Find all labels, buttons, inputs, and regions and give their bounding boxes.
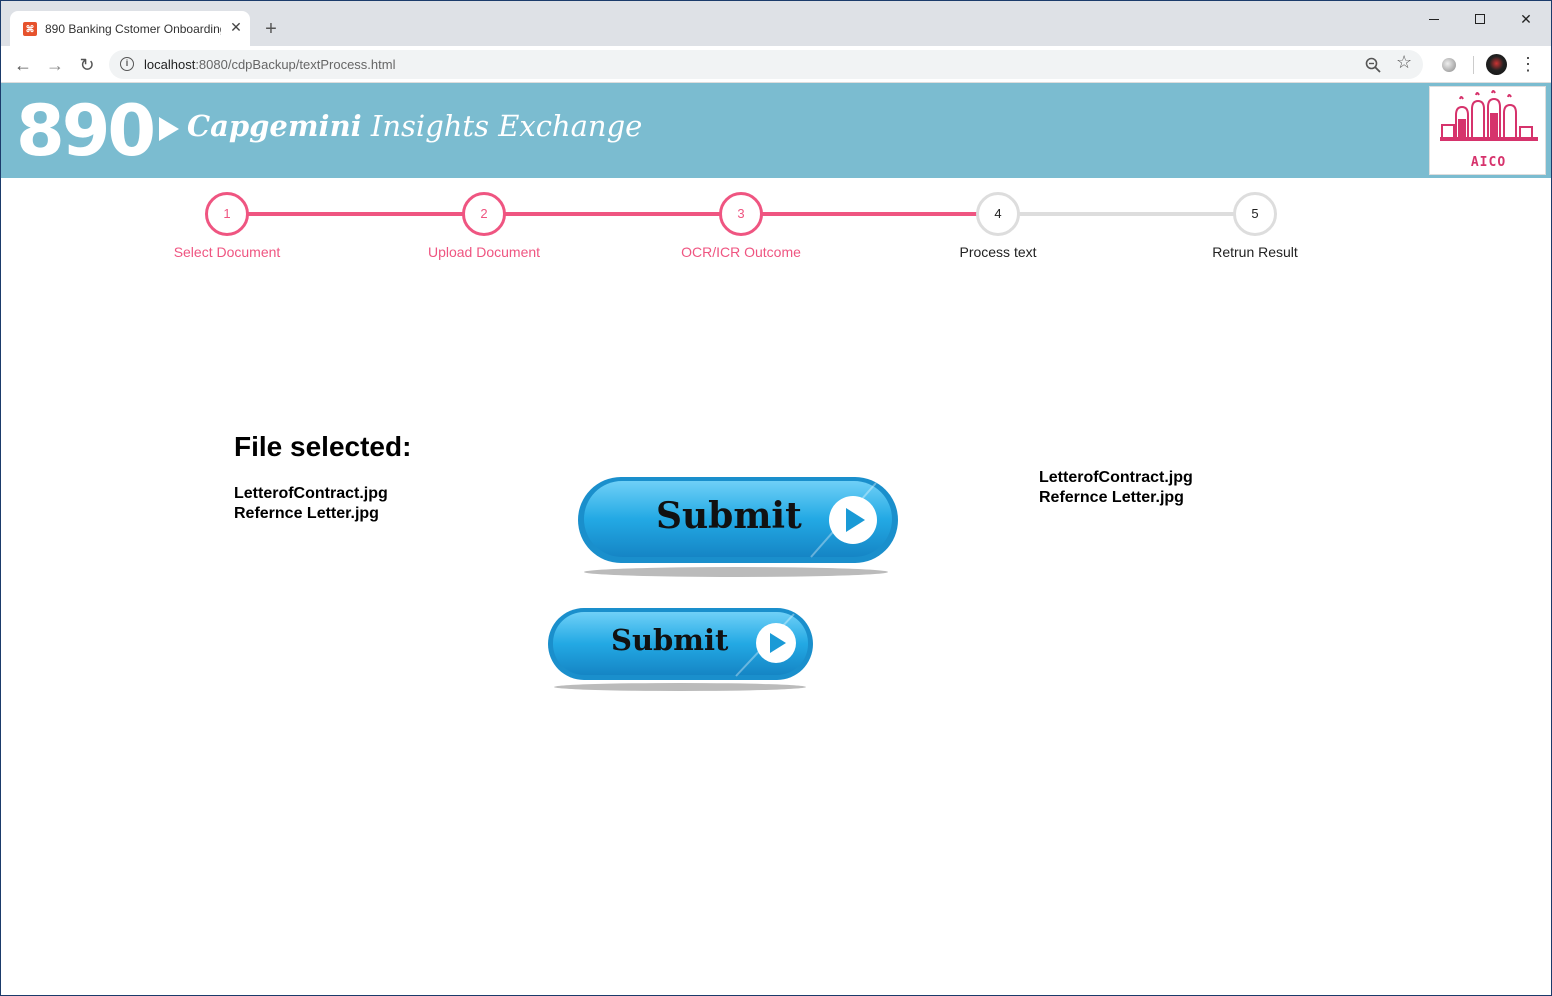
- logo-number: 890: [16, 90, 156, 172]
- partner-logo-text: AICO: [1470, 155, 1507, 170]
- tab-title: 890 Banking Cstomer Onboarding: [45, 22, 221, 36]
- browser-window: ⌘ 890 Banking Cstomer Onboarding ✕ + ✕ ←…: [1, 1, 1551, 995]
- step-line-pending: [998, 212, 1255, 216]
- bookmark-star-icon[interactable]: ☆: [1396, 52, 1412, 73]
- submit-button-label: Submit: [611, 623, 729, 657]
- step-1-label[interactable]: Select Document: [127, 244, 327, 260]
- step-3-circle[interactable]: 3: [719, 192, 763, 236]
- submit-button[interactable]: Submit: [576, 475, 900, 580]
- brand-light: Insights Exchange: [361, 109, 643, 143]
- extension-icon[interactable]: [1442, 58, 1456, 72]
- maximize-icon: [1475, 14, 1485, 24]
- step-1-circle[interactable]: 1: [205, 192, 249, 236]
- step-4-circle[interactable]: 4: [976, 192, 1020, 236]
- tab-close-icon[interactable]: ✕: [228, 19, 244, 37]
- file-name: Refernce Letter.jpg: [1039, 489, 1184, 506]
- url-text[interactable]: localhost:8080/cdpBackup/textProcess.htm…: [144, 57, 395, 72]
- minimize-button[interactable]: [1419, 7, 1449, 31]
- step-5-circle[interactable]: 5: [1233, 192, 1277, 236]
- step-3-label[interactable]: OCR/ICR Outcome: [641, 244, 841, 260]
- toolbar-divider: [1473, 56, 1474, 74]
- brand-bold: Capgemini: [187, 109, 362, 143]
- submit-button-secondary[interactable]: Submit: [546, 606, 815, 694]
- step-line-complete: [227, 212, 998, 216]
- info-icon[interactable]: i: [120, 57, 134, 71]
- partner-logo: AICO: [1429, 86, 1546, 175]
- zoom-icon[interactable]: [1364, 56, 1382, 74]
- file-name: LetterofContract.jpg: [234, 485, 388, 502]
- maximize-button[interactable]: [1465, 7, 1495, 31]
- progress-stepper: 1 2 3 4 5 Select Document Upload Documen…: [1, 178, 1551, 278]
- forward-button[interactable]: →: [43, 53, 67, 77]
- result-files-list: LetterofContract.jpg Refernce Letter.jpg: [1039, 468, 1193, 508]
- browser-toolbar: ← → ↻ i localhost:8080/cdpBackup/textPro…: [1, 46, 1551, 83]
- minimize-icon: [1429, 19, 1439, 20]
- profile-avatar[interactable]: [1486, 54, 1507, 75]
- close-window-button[interactable]: ✕: [1511, 7, 1541, 31]
- browser-menu-icon[interactable]: ⋮: [1519, 53, 1537, 75]
- address-bar[interactable]: i localhost:8080/cdpBackup/textProcess.h…: [109, 50, 1423, 79]
- browser-tab[interactable]: ⌘ 890 Banking Cstomer Onboarding ✕: [10, 11, 250, 46]
- factory-logo-icon: [1440, 90, 1538, 141]
- step-4-label[interactable]: Process text: [898, 244, 1098, 260]
- play-arrow-icon: [159, 117, 179, 141]
- file-name: Refernce Letter.jpg: [234, 505, 379, 522]
- url-host: localhost: [144, 57, 196, 72]
- submit-button-label: Submit: [656, 495, 802, 537]
- step-2-label[interactable]: Upload Document: [384, 244, 584, 260]
- brand-title: Capgemini Insights Exchange: [187, 109, 642, 143]
- selected-files-list: LetterofContract.jpg Refernce Letter.jpg: [234, 484, 388, 524]
- app-header: 890 Capgemini Insights Exchange AICO: [1, 83, 1551, 178]
- file-selected-heading: File selected:: [234, 431, 412, 462]
- file-name: LetterofContract.jpg: [1039, 469, 1193, 486]
- step-2-circle[interactable]: 2: [462, 192, 506, 236]
- back-button[interactable]: ←: [11, 53, 35, 77]
- step-5-label[interactable]: Retrun Result: [1155, 244, 1355, 260]
- reload-button[interactable]: ↻: [75, 53, 99, 77]
- tab-strip: ⌘ 890 Banking Cstomer Onboarding ✕ + ✕: [1, 1, 1551, 46]
- favicon-icon: ⌘: [23, 22, 37, 36]
- new-tab-button[interactable]: +: [260, 18, 282, 40]
- url-path: :8080/cdpBackup/textProcess.html: [195, 57, 396, 72]
